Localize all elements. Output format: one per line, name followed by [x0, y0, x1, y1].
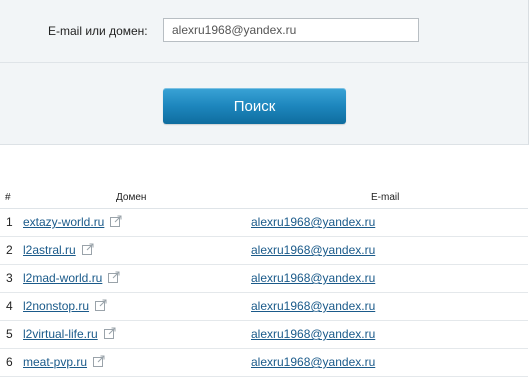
- table-row: 3 l2mad-world.ru alexru1968@yandex.ru: [0, 265, 528, 293]
- row-number: 3: [6, 271, 13, 285]
- row-number: 4: [6, 299, 13, 313]
- domain-cell: l2nonstop.ru: [23, 299, 107, 313]
- domain-link[interactable]: l2nonstop.ru: [23, 299, 89, 313]
- domain-link[interactable]: l2virtual-life.ru: [23, 327, 98, 341]
- domain-cell: l2virtual-life.ru: [23, 327, 116, 341]
- email-link[interactable]: alexru1968@yandex.ru: [251, 271, 375, 285]
- results-table: # Домен E-mail 1 extazy-world.ru alexru1…: [0, 186, 528, 377]
- search-panel: E-mail или домен: Поиск: [0, 0, 529, 145]
- column-header-email: E-mail: [371, 192, 400, 203]
- external-link-icon[interactable]: [93, 355, 105, 367]
- email-link[interactable]: alexru1968@yandex.ru: [251, 355, 375, 369]
- email-cell: alexru1968@yandex.ru: [251, 299, 375, 313]
- column-header-domain: Домен: [116, 192, 147, 203]
- email-cell: alexru1968@yandex.ru: [251, 355, 375, 369]
- domain-link[interactable]: meat-pvp.ru: [23, 355, 87, 369]
- table-header: # Домен E-mail: [0, 186, 528, 209]
- email-link[interactable]: alexru1968@yandex.ru: [251, 215, 375, 229]
- domain-link[interactable]: l2mad-world.ru: [23, 271, 102, 285]
- table-row: 5 l2virtual-life.ru alexru1968@yandex.ru: [0, 321, 528, 349]
- email-cell: alexru1968@yandex.ru: [251, 215, 375, 229]
- column-header-number: #: [5, 192, 11, 203]
- table-row: 2 l2astral.ru alexru1968@yandex.ru: [0, 237, 528, 265]
- domain-link[interactable]: l2astral.ru: [23, 243, 76, 257]
- search-input[interactable]: [163, 18, 419, 42]
- table-row: 4 l2nonstop.ru alexru1968@yandex.ru: [0, 293, 528, 321]
- email-link[interactable]: alexru1968@yandex.ru: [251, 299, 375, 313]
- domain-cell: l2astral.ru: [23, 243, 94, 257]
- external-link-icon[interactable]: [103, 327, 116, 339]
- search-label: E-mail или домен:: [48, 24, 148, 38]
- email-link[interactable]: alexru1968@yandex.ru: [251, 327, 375, 341]
- domain-link[interactable]: extazy-world.ru: [23, 215, 104, 229]
- domain-cell: extazy-world.ru: [23, 215, 122, 229]
- table-row: 6 meat-pvp.ru alexru1968@yandex.ru: [0, 349, 528, 377]
- row-number: 6: [6, 355, 13, 369]
- email-link[interactable]: alexru1968@yandex.ru: [251, 243, 375, 257]
- panel-divider: [0, 62, 528, 63]
- email-cell: alexru1968@yandex.ru: [251, 327, 375, 341]
- email-cell: alexru1968@yandex.ru: [251, 243, 375, 257]
- row-number: 1: [6, 215, 13, 229]
- row-number: 5: [6, 327, 13, 341]
- external-link-icon[interactable]: [110, 215, 122, 227]
- table-row: 1 extazy-world.ru alexru1968@yandex.ru: [0, 209, 528, 237]
- external-link-icon[interactable]: [108, 271, 120, 283]
- domain-cell: meat-pvp.ru: [23, 355, 105, 369]
- search-button[interactable]: Поиск: [163, 88, 346, 124]
- domain-cell: l2mad-world.ru: [23, 271, 120, 285]
- row-number: 2: [6, 243, 13, 257]
- external-link-icon[interactable]: [95, 299, 107, 311]
- email-cell: alexru1968@yandex.ru: [251, 271, 375, 285]
- external-link-icon[interactable]: [81, 243, 94, 255]
